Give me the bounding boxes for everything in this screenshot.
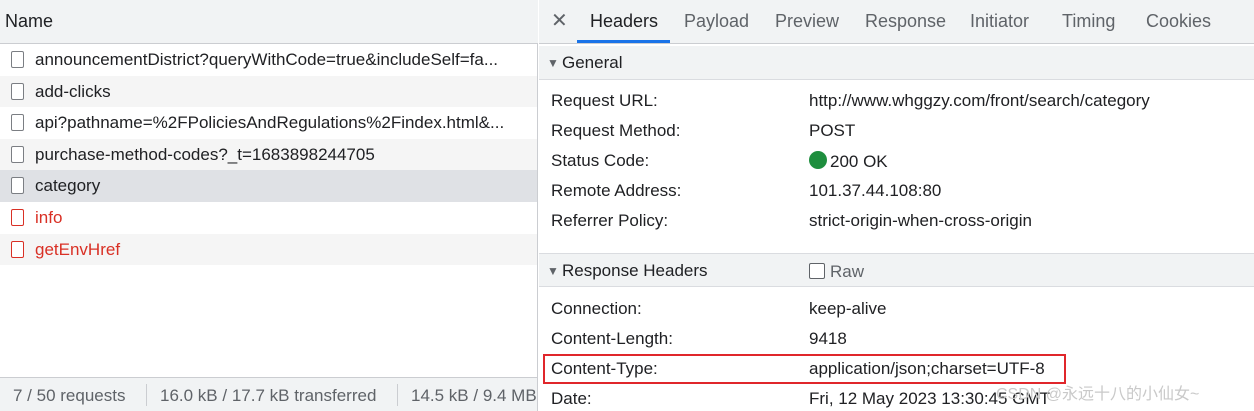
- request-name: add-clicks: [35, 81, 111, 101]
- active-tab-indicator: [577, 40, 670, 43]
- request-name: announcementDistrict?queryWithCode=true&…: [35, 50, 499, 69]
- raw-checkbox[interactable]: [809, 263, 825, 279]
- header-key: Status Code:: [551, 151, 650, 170]
- header-key: Date:: [551, 389, 592, 408]
- general-section-header[interactable]: ▼ General: [539, 46, 1254, 80]
- header-value: POST: [809, 121, 856, 140]
- document-icon: [11, 240, 24, 258]
- header-key: Request URL:: [551, 91, 658, 110]
- name-column-header[interactable]: Name: [0, 0, 538, 44]
- divider: [397, 384, 398, 406]
- document-icon: [11, 208, 24, 226]
- annotation-highlight-box: [543, 354, 1066, 384]
- status-value: 200 OK: [809, 151, 888, 172]
- document-icon: [11, 145, 24, 163]
- status-text: 200 OK: [830, 152, 888, 171]
- request-row[interactable]: announcementDistrict?queryWithCode=true&…: [0, 44, 537, 76]
- tab-timing[interactable]: Timing: [1062, 11, 1115, 32]
- section-title: Response Headers: [562, 261, 708, 280]
- details-tab-bar: ✕ Headers Payload Preview Response Initi…: [539, 0, 1254, 44]
- header-key: Remote Address:: [551, 181, 682, 200]
- request-count: 7 / 50 requests: [13, 386, 126, 405]
- tab-response[interactable]: Response: [865, 11, 946, 32]
- name-column-label: Name: [5, 11, 54, 31]
- section-title: General: [562, 53, 623, 72]
- document-icon: [11, 51, 24, 68]
- transferred-size: 16.0 kB / 17.7 kB transferred: [160, 386, 377, 405]
- status-ok-icon: [809, 151, 827, 169]
- request-name: api?pathname=%2FPoliciesAndRegulations%2…: [35, 113, 505, 133]
- header-row: Content-Length: 9418: [539, 324, 1254, 354]
- header-value: 101.37.44.108:80: [809, 181, 942, 200]
- request-name: getEnvHref: [35, 239, 121, 259]
- header-value: http://www.whggzy.com/front/search/categ…: [809, 91, 1150, 110]
- document-icon: [11, 114, 24, 132]
- request-row[interactable]: api?pathname=%2FPoliciesAndRegulations%2…: [0, 107, 537, 139]
- collapse-triangle-icon: ▼: [547, 56, 559, 70]
- raw-label: Raw: [830, 262, 865, 281]
- header-key: Request Method:: [551, 121, 681, 140]
- close-icon[interactable]: ✕: [551, 8, 568, 33]
- tab-preview[interactable]: Preview: [775, 11, 839, 32]
- request-list-pane: Name announcementDistrict?queryWithCode=…: [0, 0, 538, 411]
- header-row: Remote Address: 101.37.44.108:80: [539, 176, 1254, 206]
- header-row: Referrer Policy: strict-origin-when-cros…: [539, 206, 1254, 236]
- request-details-pane: ✕ Headers Payload Preview Response Initi…: [539, 0, 1254, 411]
- raw-toggle[interactable]: Raw: [809, 262, 864, 282]
- tab-payload[interactable]: Payload: [684, 11, 749, 32]
- header-row: Request URL: http://www.whggzy.com/front…: [539, 86, 1254, 116]
- header-key: Referrer Policy:: [551, 211, 669, 230]
- response-headers-section-header[interactable]: ▼ Response Headers Raw: [539, 253, 1254, 287]
- request-row-error[interactable]: info: [0, 202, 537, 234]
- request-row[interactable]: add-clicks: [0, 75, 537, 108]
- tab-initiator[interactable]: Initiator: [970, 11, 1029, 32]
- request-row-error[interactable]: getEnvHref: [0, 233, 537, 266]
- header-value: keep-alive: [809, 299, 887, 318]
- tab-headers[interactable]: Headers: [590, 11, 658, 32]
- request-name: info: [35, 207, 63, 227]
- resources-size: 14.5 kB / 9.4 MB: [411, 386, 537, 405]
- header-row: Connection: keep-alive: [539, 294, 1254, 324]
- request-row-selected[interactable]: category: [0, 170, 537, 202]
- header-row: Status Code: 200 OK: [539, 146, 1254, 176]
- request-row[interactable]: purchase-method-codes?_t=1683898244705: [0, 138, 537, 171]
- header-value: 9418: [809, 329, 847, 348]
- tab-cookies[interactable]: Cookies: [1146, 11, 1211, 32]
- divider: [146, 384, 147, 406]
- watermark: CSDN @永远十八的小仙女~: [996, 386, 1200, 403]
- header-key: Connection:: [551, 299, 642, 318]
- header-key: Content-Length:: [551, 329, 673, 348]
- request-name: category: [35, 176, 101, 196]
- collapse-triangle-icon: ▼: [547, 264, 559, 278]
- header-row: Request Method: POST: [539, 116, 1254, 146]
- document-icon: [11, 82, 24, 100]
- request-name: purchase-method-codes?_t=1683898244705: [35, 144, 375, 164]
- network-summary-bar: 7 / 50 requests 16.0 kB / 17.7 kB transf…: [0, 377, 537, 411]
- document-icon: [11, 177, 24, 195]
- request-list: announcementDistrict?queryWithCode=true&…: [0, 44, 537, 266]
- header-value: strict-origin-when-cross-origin: [809, 211, 1032, 230]
